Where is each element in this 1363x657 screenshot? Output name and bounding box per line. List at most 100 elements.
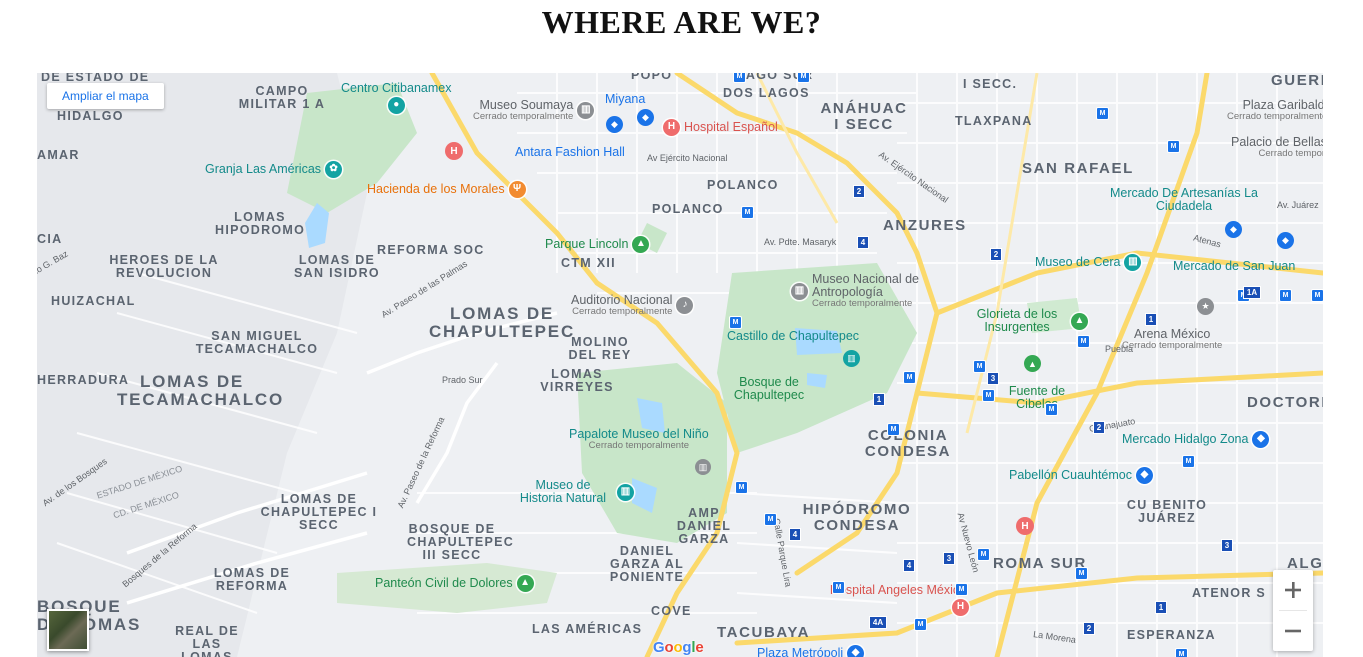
area-label: DOCTORE <box>1247 394 1323 411</box>
poi-mercado-de-artesanias[interactable]: Mercado De Artesanías La Ciudadela <box>1109 186 1259 213</box>
metro-station-icon[interactable]: M <box>914 618 927 631</box>
area-label: TLAXPANA <box>955 114 1033 128</box>
tree-icon: ▲ <box>1071 312 1088 330</box>
poi-glorieta-de-los-insurgentes[interactable]: Glorieta de los Insurgentes ▲ <box>967 307 1088 334</box>
poi-mercado-de-san-juan[interactable]: Mercado de San Juan <box>1173 259 1295 273</box>
poi-papalote-museo-del-nino[interactable]: Papalote Museo del Niño Cerrado temporalm… <box>569 427 709 451</box>
area-label: HIPÓDROMO CONDESA <box>802 501 912 534</box>
metro-station-icon[interactable]: M <box>1279 289 1292 302</box>
metro-line-badge: 4 <box>857 236 869 249</box>
area-label: REFORMA SOC <box>377 243 485 257</box>
map-embed[interactable]: DE ESTADO DE CAMPO MILITAR 1 A HIDALGO A… <box>37 73 1323 657</box>
metro-station-icon[interactable]: M <box>973 360 986 373</box>
metro-station-icon[interactable]: M <box>1175 648 1188 657</box>
area-label: AMAR <box>37 148 80 162</box>
metro-station-icon[interactable]: M <box>735 481 748 494</box>
area-label: COVE <box>651 604 692 618</box>
poi-granja-las-americas[interactable]: Granja Las Américas ✿ <box>205 161 343 178</box>
zoom-out-button[interactable] <box>1273 611 1313 651</box>
metro-station-icon[interactable]: M <box>741 206 754 219</box>
poi-antara-fashion-hall[interactable]: Antara Fashion Hall <box>515 145 625 159</box>
poi-miyana[interactable]: Miyana <box>605 92 645 106</box>
metro-station-icon[interactable]: M <box>764 513 777 526</box>
metro-station-icon[interactable]: M <box>1045 403 1058 416</box>
museum-icon: ▥ <box>843 350 860 367</box>
poi-palacio-de-bellas-artes[interactable]: Palacio de Bellas ArtesCerrado temporalm… <box>1231 135 1323 159</box>
poi-bosque-de-chapultepec[interactable]: Bosque de Chapultepec <box>729 375 809 402</box>
poi-museo-nacional-de-antropologia[interactable]: ▥ Museo Nacional de Antropología Cerrado … <box>791 272 942 309</box>
area-label: I SECC. <box>963 77 1018 91</box>
area-label: CAMPO MILITAR 1 A <box>238 84 326 112</box>
poi-hacienda-de-los-morales[interactable]: Hacienda de los Morales Ψ <box>367 181 526 198</box>
poi-auditorio-nacional[interactable]: Auditorio Nacional Cerrado temporalmente … <box>571 293 694 317</box>
restaurant-icon: Ψ <box>508 181 526 198</box>
area-label: MOLINO DEL REY <box>568 335 632 363</box>
poi-fuente-de-cibeles[interactable]: Fuente de Cibeles <box>1002 384 1072 411</box>
poi-museo-de-historia-natural[interactable]: Museo de Historia Natural ▥ <box>513 478 634 505</box>
metro-station-icon[interactable]: M <box>797 73 810 83</box>
shopping-icon: ◆ <box>1136 467 1153 484</box>
metro-station-icon[interactable]: M <box>955 583 968 596</box>
area-label: SAN RAFAEL <box>1022 160 1134 177</box>
metro-station-icon[interactable]: M <box>887 423 900 436</box>
metro-line-badge: 2 <box>1093 421 1105 434</box>
poi-centro-citibanamex[interactable]: Centro Citibanamex ● <box>341 81 451 115</box>
zoom-controls <box>1273 570 1313 651</box>
metro-line-badge: 1 <box>1145 313 1157 326</box>
zoom-in-button[interactable] <box>1273 570 1313 610</box>
metro-station-icon[interactable]: M <box>1167 140 1180 153</box>
poi-museo-soumaya[interactable]: Museo Soumaya Cerrado temporalmente ▥ <box>473 98 595 122</box>
museum-icon: ▥ <box>577 102 595 120</box>
logo-letter: e <box>695 639 704 656</box>
metro-station-icon[interactable]: M <box>1182 455 1195 468</box>
metro-station-icon[interactable]: M <box>1096 107 1109 120</box>
poi-castillo-de-chapultepec[interactable]: Castillo de Chapultepec <box>727 329 859 343</box>
metro-station-icon[interactable]: M <box>982 389 995 402</box>
area-label: LAS AMÉRICAS <box>532 622 643 636</box>
enlarge-map-link[interactable]: Ampliar el mapa <box>47 83 164 109</box>
poi-panteon-civil-de-dolores[interactable]: Panteón Civil de Dolores ▲ <box>375 575 534 592</box>
poi-hospital-espanol[interactable]: H Hospital Español <box>663 119 778 136</box>
poi-arena-mexico[interactable]: Arena México Cerrado temporalmente <box>1122 327 1222 351</box>
area-label: TACUBAYA <box>717 624 811 641</box>
metro-station-icon[interactable]: M <box>1075 567 1088 580</box>
metro-station-icon[interactable]: M <box>729 316 742 329</box>
poi-parque-lincoln[interactable]: Parque Lincoln ▲ <box>545 236 650 253</box>
poi-museo-de-cera[interactable]: Museo de Cera ▥ <box>1035 254 1142 271</box>
metro-line-badge: 3 <box>1221 539 1233 552</box>
area-label: POPO <box>631 73 673 82</box>
poi-pabellon-cuauhtemoc[interactable]: Pabellón Cuauhtémoc ◆ <box>1009 467 1153 484</box>
poi-plaza-metropoli[interactable]: Plaza Metrópoli ◆ <box>757 645 865 657</box>
logo-letter: G <box>653 639 665 656</box>
street-label: Prado Sur <box>442 375 483 385</box>
hospital-icon: H <box>952 599 969 617</box>
metro-line-badge: 4 <box>903 559 915 572</box>
tree-icon: ▲ <box>516 575 534 592</box>
area-label: BOSQUE DE CHAPULTEPEC III SECC <box>407 522 515 563</box>
metro-station-icon[interactable]: M <box>1311 289 1323 302</box>
poi-hospital-angeles-mexico[interactable]: Hospital Angeles México H <box>827 583 969 617</box>
area-label: LOMAS DE TECAMACHALCO <box>117 372 285 409</box>
poi-mercado-hidalgo-zona[interactable]: Mercado Hidalgo Zona ◆ <box>1122 431 1270 448</box>
metro-station-icon[interactable]: M <box>1077 335 1090 348</box>
area-label: LOMAS VIRREYES <box>540 367 614 395</box>
area-label: ANZURES <box>883 217 967 234</box>
google-logo: Google <box>653 639 704 656</box>
area-label: COLONIA CONDESA <box>864 427 952 460</box>
area-label: CU BENITO JUÁREZ <box>1126 498 1208 526</box>
shopping-icon: ◆ <box>606 116 623 133</box>
metro-station-icon[interactable]: M <box>832 581 845 594</box>
metro-line-badge: 1A <box>1243 286 1261 299</box>
metro-station-icon[interactable]: M <box>733 73 746 83</box>
area-label: GUERR <box>1271 73 1323 89</box>
hospital-icon: H <box>445 142 463 160</box>
area-label: ATENOR S <box>1192 586 1267 600</box>
shopping-icon: ◆ <box>847 645 865 657</box>
area-label: DOS LAGOS <box>723 86 810 100</box>
page-title: WHERE ARE WE? <box>541 4 822 40</box>
satellite-view-toggle[interactable] <box>47 609 89 651</box>
poi-plaza-garibaldi[interactable]: Plaza Garibaldi Cerrado temporalmente <box>1227 98 1323 122</box>
metro-station-icon[interactable]: M <box>977 548 990 561</box>
metro-station-icon[interactable]: M <box>903 371 916 384</box>
tree-icon: ▲ <box>1024 355 1041 372</box>
